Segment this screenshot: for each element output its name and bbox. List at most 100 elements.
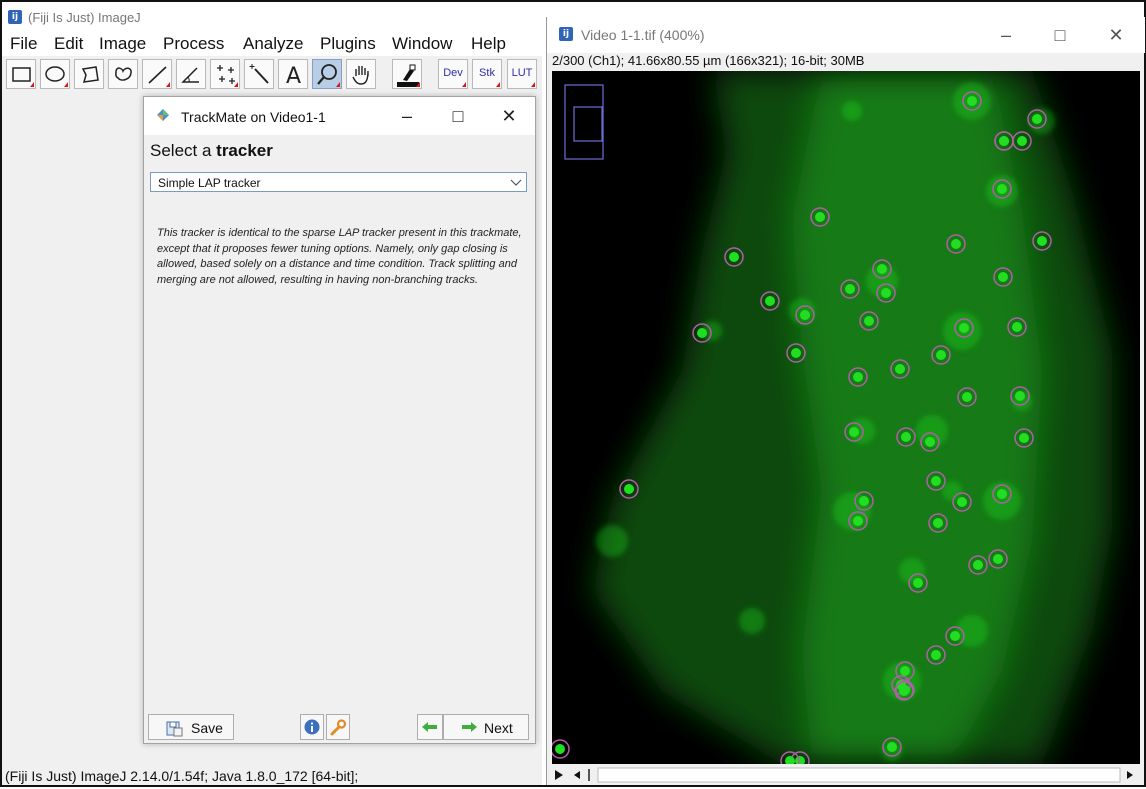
settings-button[interactable] [326, 714, 350, 740]
wrench-icon [330, 719, 347, 736]
spot-core [791, 348, 801, 358]
spot-core [1017, 136, 1027, 146]
next-button[interactable]: Next [443, 714, 529, 740]
spot-core [877, 264, 887, 274]
video-close-button[interactable]: ✕ [1101, 23, 1131, 47]
video-maximize-button[interactable]: □ [1045, 23, 1075, 47]
lut-tool-button[interactable]: LUT [507, 59, 537, 89]
arrow-left-icon [422, 722, 437, 732]
fluorescent-blob [842, 101, 862, 121]
spot-core [765, 296, 775, 306]
video-window: ij Video 1-1.tif (400%) – □ ✕ 2/300 (Ch1… [546, 17, 1145, 785]
menu-file[interactable]: File [10, 34, 37, 54]
spot-core [853, 516, 863, 526]
spot-core [973, 560, 983, 570]
angle-tool-button[interactable] [176, 59, 206, 89]
menu-plugins[interactable]: Plugins [320, 34, 376, 54]
spot-core [900, 666, 910, 676]
spot-core [936, 350, 946, 360]
spot-core [1019, 433, 1029, 443]
frame-slider[interactable] [552, 766, 1140, 784]
dev-label: Dev [443, 67, 463, 79]
save-icon [166, 721, 183, 737]
chevron-down-icon [510, 179, 522, 186]
fluorescent-blob [739, 608, 765, 634]
previous-button[interactable] [417, 714, 443, 740]
next-label: Next [484, 720, 513, 736]
spot-core [1037, 236, 1047, 246]
multipoint-tool-button[interactable] [210, 59, 240, 89]
image-canvas[interactable] [552, 71, 1140, 764]
magnifier-tool-button[interactable] [312, 59, 342, 89]
menu-window[interactable]: Window [392, 34, 452, 54]
spot-core [999, 136, 1009, 146]
spot-core [933, 518, 943, 528]
spot-core [1012, 322, 1022, 332]
rectangle-tool-button[interactable] [6, 59, 36, 89]
hand-tool-icon [352, 66, 369, 85]
tracker-select-value: Simple LAP tracker [158, 176, 261, 190]
hand-tool-button[interactable] [346, 59, 376, 89]
text-tool-icon: A [286, 64, 301, 89]
wand-tool-button[interactable] [244, 59, 274, 89]
trackmate-title-bar: TrackMate on Video1-1 – □ ✕ [144, 97, 535, 135]
tracker-heading: Select a tracker [150, 141, 273, 161]
spot-core [1032, 114, 1042, 124]
menu-edit[interactable]: Edit [54, 34, 83, 54]
imagej-title-bar: ij (Fiji Is Just) ImageJ [2, 2, 542, 32]
color-picker-button[interactable] [392, 59, 422, 89]
menu-help[interactable]: Help [471, 34, 506, 54]
menu-process[interactable]: Process [163, 34, 224, 54]
dev-tool-button[interactable]: Dev [438, 59, 468, 89]
spot-core [887, 742, 897, 752]
spot-core [931, 476, 941, 486]
spot-core [957, 497, 967, 507]
freehand-tool-icon [115, 67, 132, 81]
info-button[interactable] [300, 714, 324, 740]
spot-core [624, 484, 634, 494]
freehand-tool-button[interactable] [108, 59, 138, 89]
menu-analyze[interactable]: Analyze [243, 34, 303, 54]
wand-tool-icon [249, 64, 269, 84]
spot-core [895, 364, 905, 374]
fluorescent-blob [596, 525, 628, 557]
spot-core [951, 239, 961, 249]
video-title: Video 1-1.tif (400%) [581, 27, 705, 43]
spot-core [962, 392, 972, 402]
spot-core [901, 432, 911, 442]
maximize-button[interactable]: □ [444, 103, 472, 129]
minimize-button[interactable]: – [393, 103, 421, 129]
svg-text:A: A [286, 64, 301, 89]
spot-core [925, 437, 935, 447]
video-app-icon: ij [559, 27, 573, 41]
fluorescent-blob [983, 482, 1021, 520]
spot-core [859, 496, 869, 506]
close-button[interactable]: ✕ [495, 103, 523, 129]
stk-label: Stk [479, 67, 495, 79]
spot-core [913, 578, 923, 588]
spot-core [931, 650, 941, 660]
line-tool-button[interactable] [142, 59, 172, 89]
frame-slider-graphic [552, 766, 1140, 784]
polygon-tool-button[interactable] [74, 59, 104, 89]
spot-core [853, 372, 863, 382]
video-minimize-button[interactable]: – [991, 23, 1021, 47]
angle-tool-icon [181, 67, 199, 83]
stk-tool-button[interactable]: Stk [472, 59, 502, 89]
menu-image[interactable]: Image [99, 34, 146, 54]
arrow-right-icon [462, 722, 477, 732]
oval-tool-button[interactable] [40, 59, 70, 89]
spot-core [950, 631, 960, 641]
video-title-bar: ij Video 1-1.tif (400%) – □ ✕ [547, 17, 1145, 53]
spot-core [993, 554, 1003, 564]
spot-core [800, 310, 810, 320]
tracker-select[interactable]: Simple LAP tracker [150, 172, 527, 192]
spot-core [900, 685, 910, 695]
trackmate-dialog: TrackMate on Video1-1 – □ ✕ Select a tra… [143, 96, 536, 744]
text-tool-button[interactable]: A [278, 59, 308, 89]
toolbar: A Dev Stk LUT [2, 56, 542, 92]
spot-core [1015, 391, 1025, 401]
save-button[interactable]: Save [148, 714, 234, 740]
spot-core [729, 252, 739, 262]
trackmate-title: TrackMate on Video1-1 [181, 109, 326, 125]
